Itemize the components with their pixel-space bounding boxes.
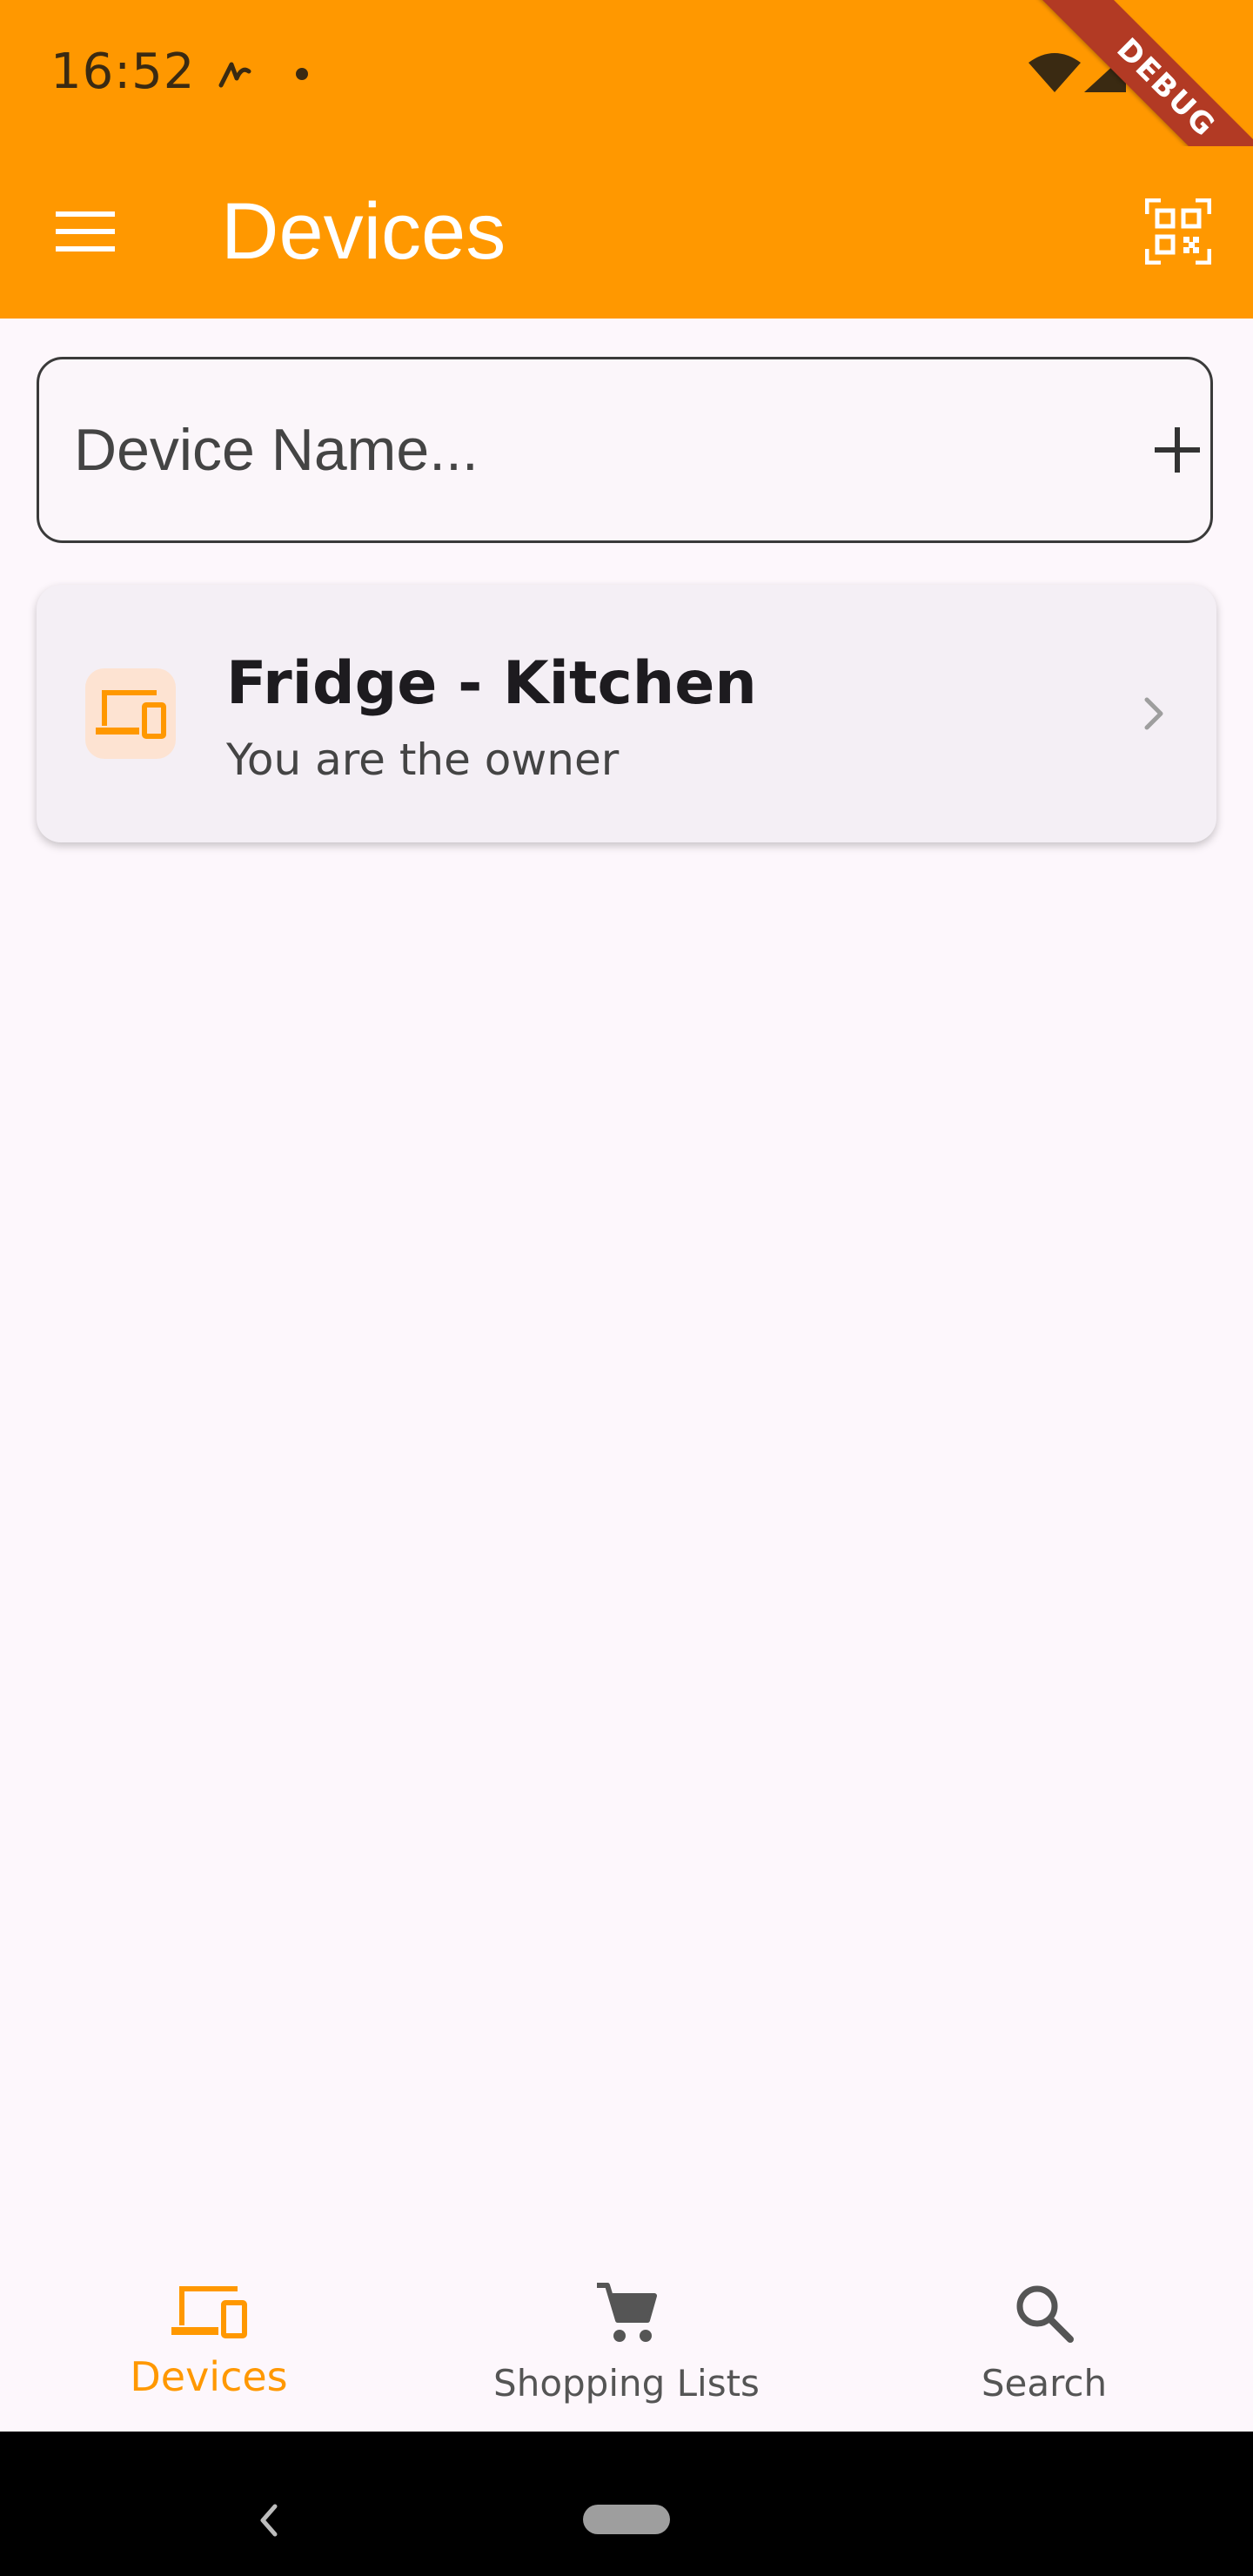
bottom-navigation: Devices Shopping Lists Search	[0, 2249, 1253, 2432]
nav-item-shopping-lists[interactable]: Shopping Lists	[418, 2249, 835, 2432]
status-time: 16:52	[50, 44, 196, 100]
nav-item-devices[interactable]: Devices	[0, 2249, 418, 2432]
qr-scan-button[interactable]	[1136, 190, 1220, 273]
nav-label-search: Search	[981, 2362, 1108, 2405]
chevron-right-icon	[1144, 697, 1163, 730]
device-title: Fridge - Kitchen	[226, 649, 757, 718]
app-bar: Devices	[0, 146, 1253, 319]
system-navigation-bar	[0, 2432, 1253, 2576]
device-list-item[interactable]: Fridge - Kitchen You are the owner	[37, 585, 1216, 842]
shopping-cart-icon	[597, 2283, 657, 2342]
wifi-icon	[1029, 53, 1081, 92]
plus-icon	[1155, 427, 1200, 473]
home-pill[interactable]	[583, 2505, 670, 2534]
qr-code-scanner-icon	[1145, 198, 1211, 265]
menu-icon	[56, 211, 115, 252]
back-icon[interactable]	[251, 2501, 289, 2539]
search-icon	[1016, 2285, 1074, 2343]
device-name-input[interactable]	[74, 359, 1101, 540]
devices-icon	[171, 2286, 247, 2338]
device-avatar	[85, 668, 176, 759]
device-name-field	[37, 357, 1213, 543]
nav-label-devices: Devices	[130, 2353, 288, 2400]
dot-icon	[296, 68, 308, 80]
devices-icon	[96, 690, 166, 739]
nav-label-shopping-lists: Shopping Lists	[493, 2362, 760, 2405]
device-subtitle: You are the owner	[226, 735, 620, 785]
add-device-button[interactable]	[1136, 408, 1219, 492]
app-notification-icon	[218, 62, 251, 88]
page-title: Devices	[221, 187, 506, 276]
nav-item-search[interactable]: Search	[835, 2249, 1253, 2432]
menu-button[interactable]	[44, 190, 127, 273]
